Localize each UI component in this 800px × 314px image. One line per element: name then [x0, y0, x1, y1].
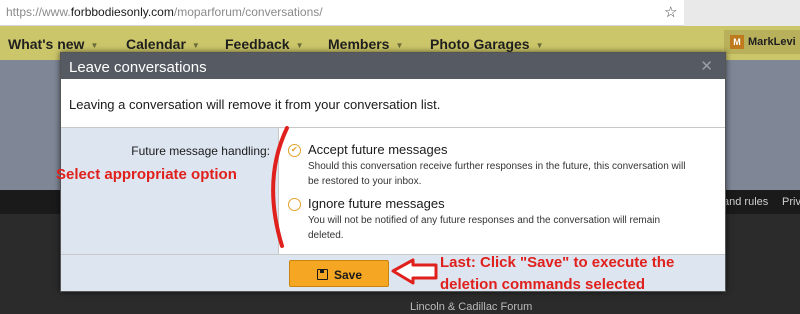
url-field[interactable]: https://www.forbbodiesonly.com/moparforu… — [6, 5, 323, 19]
user-menu[interactable]: M MarkLevi — [724, 30, 800, 54]
nav-item-photo-garages[interactable]: Photo Garages ▼ — [430, 36, 544, 52]
subnav-link-rules[interactable]: and rules — [723, 196, 768, 208]
subnav-link-privacy[interactable]: Priv — [782, 196, 800, 208]
option-description: Should this conversation receive further… — [308, 161, 686, 172]
option-title: Ignore future messages — [308, 196, 445, 211]
dialog-message: Leaving a conversation will remove it fr… — [69, 97, 441, 112]
option-description: You will not be notified of any future r… — [308, 215, 661, 226]
chevron-down-icon: ▼ — [395, 40, 404, 50]
annotation-select-option: Select appropriate option — [56, 166, 237, 183]
save-button-label: Save — [334, 268, 363, 282]
floppy-disk-icon — [317, 269, 328, 280]
future-message-handling-row: Future message handling: ✔ Accept future… — [61, 127, 725, 255]
dialog-header: Leave conversations ✕ — [61, 53, 725, 79]
nav-item-label: What's new — [8, 36, 85, 52]
browser-side-pane — [684, 0, 800, 26]
option-description: be restored to your inbox. — [308, 176, 422, 187]
url-host: forbbodiesonly.com — [70, 5, 174, 19]
nav-item-label: Members — [328, 36, 390, 52]
dialog-title: Leave conversations — [69, 59, 207, 76]
annotation-click-save: Last: Click "Save" to execute the deleti… — [440, 252, 674, 296]
radio-ignore[interactable] — [288, 198, 301, 211]
option-title: Accept future messages — [308, 142, 448, 157]
annotation-line: deletion commands selected — [440, 276, 646, 293]
chevron-down-icon: ▼ — [90, 40, 99, 50]
chevron-down-icon: ▼ — [295, 40, 304, 50]
nav-item-calendar[interactable]: Calendar ▼ — [126, 36, 200, 52]
url-path: /moparforum/conversations/ — [173, 5, 323, 19]
field-label-cell: Future message handling: — [61, 128, 279, 254]
forum-link[interactable]: Lincoln & Cadillac Forum — [410, 301, 532, 313]
avatar: M — [730, 35, 744, 49]
annotation-line: Last: Click "Save" to execute the — [440, 254, 675, 271]
nav-item-whats-new[interactable]: What's new ▼ — [8, 36, 98, 52]
check-icon: ✔ — [291, 145, 298, 154]
star-icon[interactable]: ☆ — [664, 3, 677, 21]
field-label: Future message handling: — [131, 144, 270, 158]
save-button[interactable]: Save — [289, 260, 389, 287]
nav-item-label: Calendar — [126, 36, 186, 52]
option-description: deleted. — [308, 230, 344, 241]
nav-item-members[interactable]: Members ▼ — [328, 36, 403, 52]
nav-item-label: Feedback — [225, 36, 290, 52]
chevron-down-icon: ▼ — [191, 40, 200, 50]
user-name: MarkLevi — [748, 36, 796, 48]
url-scheme: https://www. — [6, 5, 71, 19]
nav-item-feedback[interactable]: Feedback ▼ — [225, 36, 304, 52]
nav-item-label: Photo Garages — [430, 36, 530, 52]
browser-address-bar: https://www.forbbodiesonly.com/moparforu… — [0, 0, 800, 26]
chevron-down-icon: ▼ — [535, 40, 544, 50]
radio-accept[interactable]: ✔ — [288, 144, 301, 157]
close-icon[interactable]: ✕ — [700, 57, 713, 75]
